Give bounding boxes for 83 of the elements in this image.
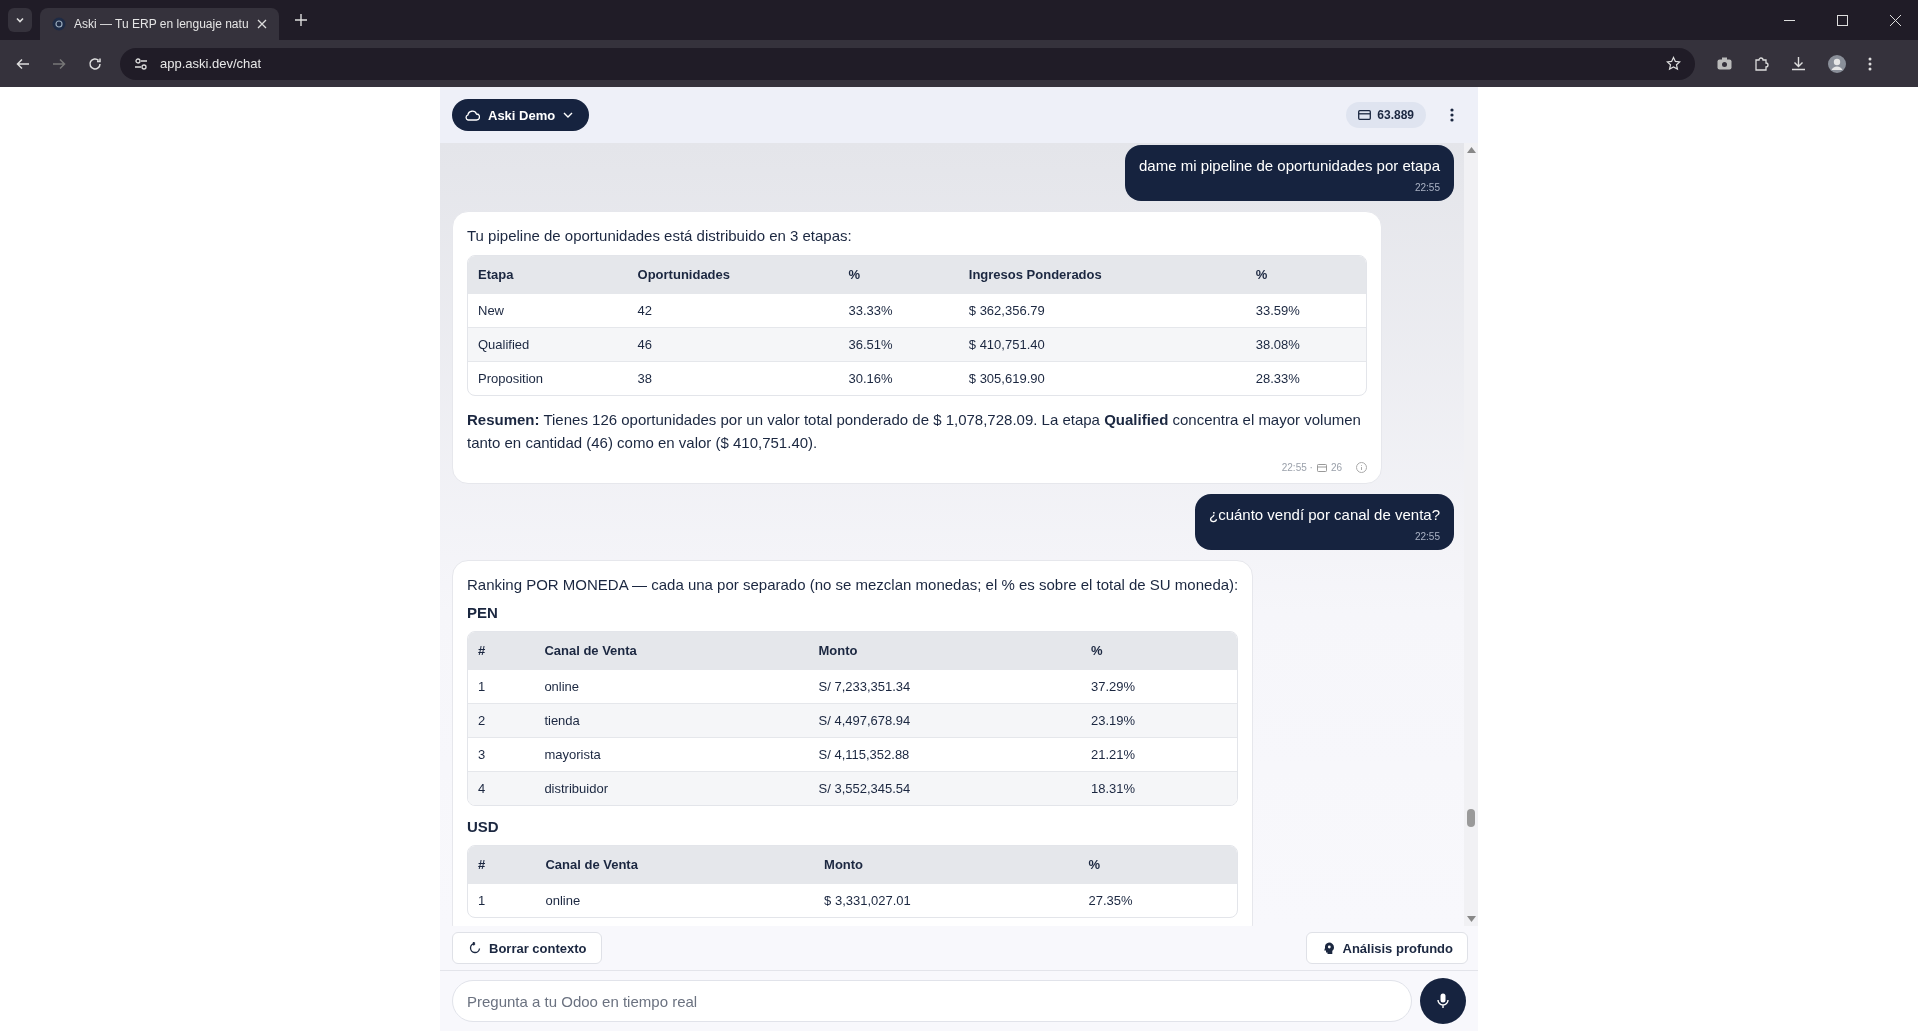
table-cell: 38 <box>627 361 839 395</box>
table-cell: 38.08% <box>1245 327 1366 362</box>
column-header: # <box>468 632 535 670</box>
reload-icon[interactable] <box>88 56 102 71</box>
column-header: Canal de Venta <box>534 632 809 670</box>
workspace-selector[interactable]: Aski Demo <box>452 99 590 131</box>
url-text: app.aski.dev/chat <box>160 56 262 71</box>
menu-icon[interactable] <box>1868 56 1872 71</box>
credits-used: 26 <box>1330 462 1342 473</box>
card-icon <box>1358 110 1372 120</box>
message-input[interactable]: Pregunta a tu Odoo en tiempo real <box>452 980 1412 1022</box>
tab-list-button[interactable] <box>8 8 32 32</box>
address-bar[interactable]: app.aski.dev/chat <box>120 47 1695 80</box>
column-header: Monto <box>814 846 1079 884</box>
message-text: Resumen: Tienes 126 oportunidades por un valor total ponderado de $ 1,078,728.09. La etapa Qualified concentra el mayor volumen tanto en cantidad (46) como en valor ($ 410,751.40). <box>467 410 1362 453</box>
column-header: Canal de Venta <box>535 846 815 884</box>
download-icon[interactable] <box>1791 56 1806 71</box>
microphone-icon <box>1437 993 1449 1009</box>
column-header: % <box>1081 632 1238 670</box>
maximize-icon[interactable] <box>1837 14 1848 26</box>
table-cell: 27.35% <box>1078 883 1238 917</box>
scroll-down-icon[interactable] <box>1466 916 1476 922</box>
extensions-icon[interactable] <box>1754 56 1769 71</box>
clear-context-button[interactable]: Borrar contexto <box>452 932 602 964</box>
column-header: # <box>468 846 536 884</box>
microphone-button[interactable] <box>1420 978 1466 1024</box>
deep-analysis-button[interactable]: Análisis profundo <box>1305 932 1468 964</box>
forward-icon[interactable] <box>52 56 66 71</box>
table-cell: 30.16% <box>838 361 959 395</box>
table-cell: $ 3,331,027.01 <box>814 883 1079 917</box>
chevron-down-icon <box>563 112 574 118</box>
column-header: Ingresos Ponderados <box>958 256 1246 294</box>
table-cell: S/ 3,552,345.54 <box>808 771 1081 805</box>
table-cell: 1 <box>468 883 536 917</box>
table-cell: Proposition <box>468 361 628 395</box>
table-cell: 36.51% <box>838 327 959 362</box>
column-header: % <box>1078 846 1238 884</box>
more-options-icon[interactable] <box>1450 108 1454 122</box>
section-heading: PEN <box>467 604 499 621</box>
back-icon[interactable] <box>16 56 30 71</box>
column-header: Etapa <box>468 256 628 294</box>
profile-avatar-icon[interactable] <box>1828 54 1846 73</box>
column-header: % <box>838 256 959 294</box>
table-cell: $ 305,619.90 <box>958 361 1246 395</box>
cloud-icon <box>464 109 480 121</box>
table-cell: online <box>535 883 815 917</box>
scrollbar[interactable] <box>1464 143 1478 926</box>
table-cell: 28.33% <box>1245 361 1366 395</box>
card-icon <box>1316 463 1327 472</box>
table-cell: distribuidor <box>534 771 809 805</box>
message-text: Tu pipeline de oportunidades está distribuido en 3 etapas: <box>467 226 853 246</box>
reset-icon <box>469 942 481 954</box>
scroll-up-icon[interactable] <box>1466 147 1476 153</box>
tab-title: Aski — Tu ERP en lenguaje natu <box>74 17 249 31</box>
table-cell: 23.19% <box>1081 703 1238 738</box>
table-cell: 46 <box>627 327 839 362</box>
column-header: % <box>1245 256 1366 294</box>
section-heading: USD <box>467 818 500 835</box>
message-text: Ranking POR MONEDA — cada una por separado (no se mezclan monedas; el % es sobre el total de SU moneda): <box>467 575 1239 595</box>
table-cell: 2 <box>468 703 535 738</box>
table-cell: Qualified <box>468 327 628 362</box>
close-icon[interactable] <box>1890 14 1901 26</box>
browser-tab[interactable]: Aski — Tu ERP en lenguaje natu <box>40 8 279 40</box>
close-icon[interactable] <box>256 19 267 29</box>
site-settings-icon[interactable] <box>134 56 148 71</box>
table-cell: tienda <box>534 703 809 738</box>
scrollbar-thumb[interactable] <box>1467 809 1475 828</box>
message-time: 22:55 · <box>1281 462 1313 473</box>
table-cell: 4 <box>468 771 535 805</box>
message-text: dame mi pipeline de oportunidades por etapa <box>1138 157 1440 174</box>
camera-icon[interactable] <box>1717 57 1732 70</box>
table-cell: 18.31% <box>1081 771 1238 805</box>
message-text: ¿cuánto vendí por canal de venta? <box>1209 506 1440 523</box>
table-cell: $ 410,751.40 <box>958 327 1246 362</box>
star-icon[interactable] <box>1666 56 1681 71</box>
column-header: Oportunidades <box>627 256 839 294</box>
column-header: Monto <box>808 632 1081 670</box>
table-cell: S/ 4,497,678.94 <box>808 703 1081 738</box>
new-tab-icon[interactable] <box>294 14 307 26</box>
message-time: 22:55 <box>1413 182 1440 193</box>
message-time: 22:55 <box>1413 531 1440 542</box>
site-icon <box>52 17 66 31</box>
credits-badge: 63.889 <box>1346 102 1426 128</box>
